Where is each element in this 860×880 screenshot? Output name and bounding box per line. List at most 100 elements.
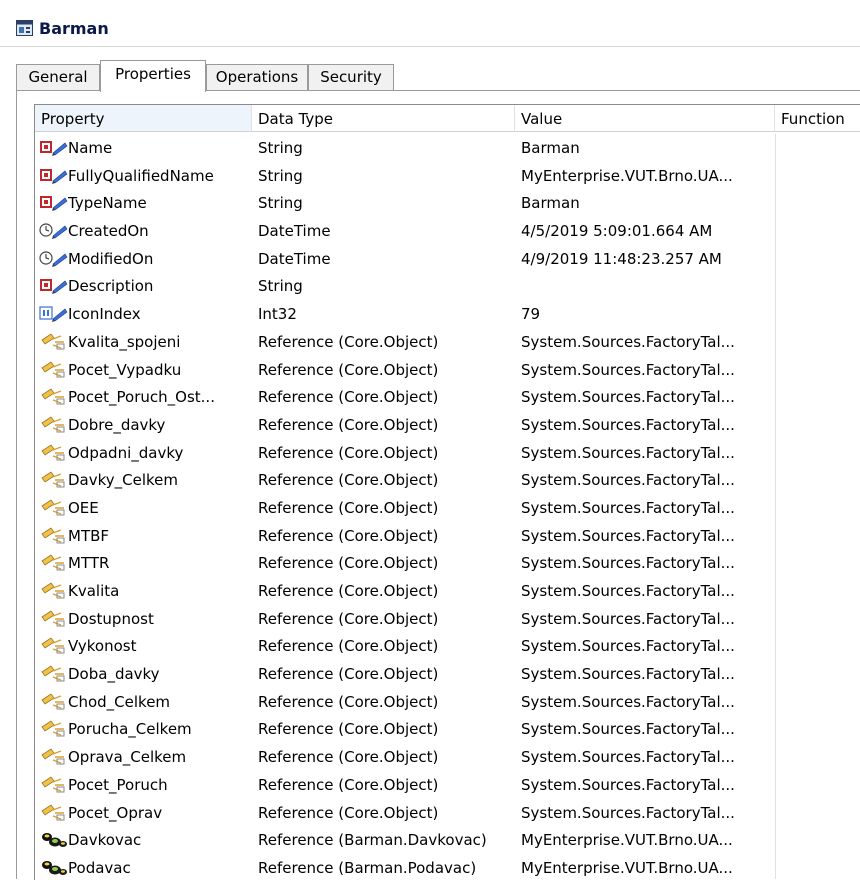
cell-function: [775, 798, 860, 827]
cell-value[interactable]: System.Sources.FactoryTal...: [515, 494, 775, 522]
cell-value[interactable]: System.Sources.FactoryTal...: [515, 383, 775, 411]
property-name: TypeName: [68, 194, 147, 213]
tab-security[interactable]: Security: [308, 64, 394, 90]
column-header-data-type[interactable]: Data Type: [252, 105, 515, 132]
table-row[interactable]: Davkovac Reference (Barman.Davkovac) MyEnt…: [35, 826, 860, 854]
table-row[interactable]: Pocet_Poruch_Ost... Reference (Core.Objec…: [35, 383, 860, 411]
list-header: Property Data Type Value Function: [35, 105, 860, 133]
cell-function: [775, 604, 860, 633]
cell-value[interactable]: MyEnterprise.VUT.Brno.UA...: [515, 826, 775, 854]
cell-property: Oprava_Celkem: [35, 743, 247, 771]
cell-function: [775, 217, 860, 245]
column-header-property[interactable]: Property: [35, 105, 252, 132]
cell-function: [775, 826, 860, 854]
property-rows: Name String Barman FullyQualifiedName String…: [35, 134, 860, 879]
cell-value[interactable]: System.Sources.FactoryTal...: [515, 549, 775, 577]
table-row[interactable]: IconIndex Int32 79: [35, 300, 860, 328]
cell-property: MTBF: [35, 522, 247, 550]
reference-icon: [41, 333, 65, 350]
cell-value[interactable]: System.Sources.FactoryTal...: [515, 799, 775, 827]
table-row[interactable]: Name String Barman: [35, 134, 860, 162]
cell-value[interactable]: MyEnterprise.VUT.Brno.UA...: [515, 162, 775, 190]
cell-property: Odpadni_davky: [35, 439, 247, 467]
cell-value[interactable]: System.Sources.FactoryTal...: [515, 356, 775, 384]
cell-value[interactable]: System.Sources.FactoryTal...: [515, 522, 775, 550]
table-row[interactable]: MTBF Reference (Core.Object) System.Source…: [35, 521, 860, 550]
cell-function: [775, 134, 860, 162]
property-name: Odpadni_davky: [68, 443, 184, 462]
property-name: Chod_Celkem: [68, 692, 171, 711]
table-row[interactable]: Oprava_Celkem Reference (Core.Object) Syst…: [35, 743, 860, 771]
property-name: OEE: [68, 498, 99, 517]
cell-data-type: Reference (Core.Object): [258, 775, 439, 794]
table-row[interactable]: Vykonost Reference (Core.Object) System.So…: [35, 632, 860, 661]
cell-value[interactable]: [515, 272, 775, 300]
cell-value[interactable]: 4/5/2019 5:09:01.664 AM: [515, 217, 775, 245]
cell-property: Pocet_Oprav: [35, 799, 247, 827]
table-row[interactable]: OEE Reference (Core.Object) System.Sources…: [35, 493, 860, 522]
cell-value[interactable]: 79: [515, 300, 775, 328]
table-row[interactable]: Davky_Celkem Reference (Core.Object) Syste…: [35, 466, 860, 494]
cell-function: [775, 853, 860, 879]
cell-function: [775, 327, 860, 356]
cell-value[interactable]: System.Sources.FactoryTal...: [515, 605, 775, 633]
property-name: Oprava_Celkem: [68, 748, 187, 767]
table-row[interactable]: Doba_davky Reference (Core.Object) System.…: [35, 660, 860, 688]
cell-value[interactable]: System.Sources.FactoryTal...: [515, 439, 775, 467]
cell-value[interactable]: System.Sources.FactoryTal...: [515, 688, 775, 716]
table-row[interactable]: Porucha_Celkem Reference (Core.Object) Sys…: [35, 715, 860, 744]
table-row[interactable]: Kvalita_spojeni Reference (Core.Object) Sy…: [35, 327, 860, 356]
cell-property: Kvalita_spojeni: [35, 328, 247, 356]
cell-property: FullyQualifiedName: [35, 162, 247, 190]
cell-value[interactable]: Barman: [515, 189, 775, 217]
cell-property: Dobre_davky: [35, 411, 247, 439]
table-row[interactable]: Dostupnost Reference (Core.Object) System.…: [35, 604, 860, 633]
cell-value[interactable]: System.Sources.FactoryTal...: [515, 660, 775, 688]
panel-border: [16, 90, 17, 879]
table-row[interactable]: Podavac Reference (Barman.Podavac) MyEnter…: [35, 853, 860, 879]
cell-value[interactable]: System.Sources.FactoryTal...: [515, 411, 775, 439]
tab-properties[interactable]: Properties: [100, 60, 206, 92]
cell-value[interactable]: Barman: [515, 134, 775, 162]
cell-data-type: Reference (Core.Object): [258, 526, 439, 545]
table-row[interactable]: Kvalita Reference (Core.Object) System.Sou…: [35, 577, 860, 605]
cell-function: [775, 632, 860, 661]
table-row[interactable]: TypeName String Barman: [35, 189, 860, 218]
cell-data-type: Reference (Core.Object): [258, 415, 439, 434]
cell-property: Chod_Celkem: [35, 688, 247, 716]
cell-value[interactable]: System.Sources.FactoryTal...: [515, 577, 775, 605]
table-row[interactable]: Chod_Celkem Reference (Core.Object) System…: [35, 687, 860, 716]
cell-value[interactable]: System.Sources.FactoryTal...: [515, 771, 775, 799]
cell-function: [775, 743, 860, 771]
table-row[interactable]: FullyQualifiedName String MyEnterprise.VUT…: [35, 161, 860, 190]
window-title: Barman: [39, 19, 109, 38]
cell-data-type: Reference (Core.Object): [258, 388, 439, 407]
table-row[interactable]: Description String: [35, 272, 860, 301]
cell-function: [775, 244, 860, 273]
table-row[interactable]: MTTR Reference (Core.Object) System.Source…: [35, 549, 860, 577]
table-row[interactable]: Pocet_Poruch Reference (Core.Object) Syste…: [35, 770, 860, 799]
integer-attribute-icon: [39, 306, 68, 323]
cell-function: [775, 493, 860, 522]
table-row[interactable]: ModifiedOn DateTime 4/9/2019 11:48:23.257 …: [35, 244, 860, 273]
cell-value[interactable]: MyEnterprise.VUT.Brno.UA...: [515, 854, 775, 879]
column-header-function[interactable]: Function: [775, 105, 860, 132]
cell-value[interactable]: System.Sources.FactoryTal...: [515, 466, 775, 494]
cell-value[interactable]: System.Sources.FactoryTal...: [515, 632, 775, 660]
table-row[interactable]: Pocet_Vypadku Reference (Core.Object) Syst…: [35, 355, 860, 384]
cell-value[interactable]: System.Sources.FactoryTal...: [515, 743, 775, 771]
table-row[interactable]: Odpadni_davky Reference (Core.Object) Syst…: [35, 438, 860, 467]
cell-value[interactable]: System.Sources.FactoryTal...: [515, 328, 775, 356]
column-header-value[interactable]: Value: [515, 105, 775, 132]
cell-value[interactable]: System.Sources.FactoryTal...: [515, 715, 775, 743]
table-row[interactable]: Pocet_Oprav Reference (Core.Object) System…: [35, 798, 860, 827]
reference-icon: [41, 803, 65, 820]
cell-value[interactable]: 4/9/2019 11:48:23.257 AM: [515, 245, 775, 273]
cell-property: ModifiedOn: [35, 245, 247, 273]
table-row[interactable]: Dobre_davky Reference (Core.Object) System…: [35, 410, 860, 439]
table-row[interactable]: CreatedOn DateTime 4/5/2019 5:09:01.664 AM: [35, 217, 860, 245]
tab-operations[interactable]: Operations: [206, 64, 308, 90]
cell-property: Dostupnost: [35, 605, 247, 633]
property-name: Dobre_davky: [68, 415, 166, 434]
tab-general[interactable]: General: [16, 64, 100, 90]
